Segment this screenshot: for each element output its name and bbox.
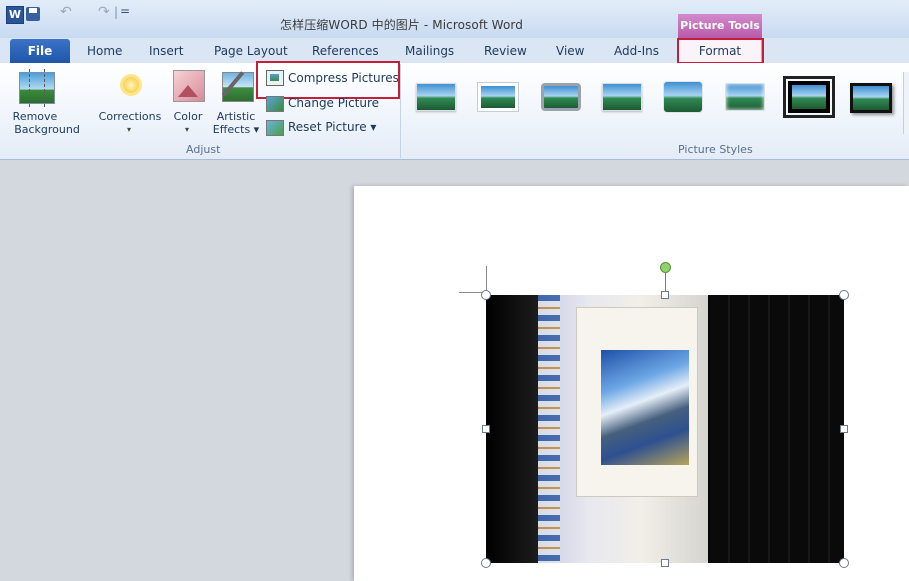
reset-picture-icon[interactable] bbox=[266, 120, 284, 136]
change-picture-button[interactable]: Change Picture bbox=[288, 96, 379, 110]
tab-review[interactable]: Review bbox=[484, 44, 527, 58]
selected-picture[interactable] bbox=[486, 295, 844, 563]
tab-page-layout[interactable]: Page Layout bbox=[214, 44, 288, 58]
resize-handle-top[interactable] bbox=[661, 291, 669, 299]
picture-tools-context-header: Picture Tools bbox=[678, 14, 762, 38]
window-title: 怎样压缩WORD 中的图片 - Microsoft Word bbox=[280, 18, 523, 32]
change-picture-icon[interactable] bbox=[266, 96, 284, 112]
adjust-group-label: Adjust bbox=[186, 143, 221, 156]
word-app-icon[interactable]: W bbox=[6, 6, 24, 24]
customize-qat-icon[interactable]: = bbox=[120, 4, 130, 18]
save-icon[interactable] bbox=[26, 7, 40, 21]
qat-separator: | bbox=[114, 5, 119, 19]
picture-style-reflected-rounded[interactable] bbox=[663, 81, 703, 113]
picture-style-soft-edge[interactable] bbox=[725, 83, 765, 111]
redo-icon[interactable]: ↷ bbox=[98, 4, 110, 20]
picture-styles-group-label: Picture Styles bbox=[678, 143, 753, 156]
resize-handle-right[interactable] bbox=[840, 425, 848, 433]
artistic-effects-label-line2[interactable]: Effects ▾ bbox=[208, 123, 264, 136]
tab-mailings[interactable]: Mailings bbox=[405, 44, 454, 58]
photo-mountain-image bbox=[601, 350, 689, 465]
page-margin-mark-vertical bbox=[486, 266, 487, 293]
picture-styles-scroll[interactable] bbox=[903, 72, 909, 134]
compress-pictures-icon[interactable] bbox=[266, 70, 284, 86]
resize-handle-bottom-left[interactable] bbox=[481, 558, 491, 568]
rotate-handle[interactable] bbox=[660, 262, 671, 273]
picture-styles-group bbox=[402, 64, 909, 158]
color-icon[interactable] bbox=[173, 70, 205, 102]
resize-handle-left[interactable] bbox=[482, 425, 490, 433]
picture-style-beveled-matte[interactable] bbox=[477, 82, 519, 112]
photo-dark-edge bbox=[486, 295, 538, 563]
tab-file[interactable]: File bbox=[10, 39, 70, 63]
rotate-handle-stem bbox=[665, 272, 666, 292]
color-dropdown-arrow-icon[interactable]: ▾ bbox=[185, 125, 189, 134]
tab-insert[interactable]: Insert bbox=[149, 44, 183, 58]
picture-style-simple-frame[interactable] bbox=[416, 83, 456, 111]
resize-handle-bottom-right[interactable] bbox=[839, 558, 849, 568]
corrections-dropdown-arrow-icon[interactable]: ▾ bbox=[127, 125, 131, 134]
resize-handle-top-right[interactable] bbox=[839, 290, 849, 300]
ribbon-tab-row bbox=[0, 38, 909, 64]
tab-format[interactable]: Format bbox=[678, 38, 762, 63]
resize-handle-top-left[interactable] bbox=[481, 290, 491, 300]
picture-style-thick-matte-black[interactable] bbox=[850, 83, 892, 113]
artistic-effects-icon[interactable] bbox=[222, 72, 254, 102]
artistic-effects-label-line1[interactable]: Artistic bbox=[212, 110, 260, 123]
tab-view[interactable]: View bbox=[556, 44, 584, 58]
remove-background-icon[interactable] bbox=[19, 69, 55, 107]
tab-add-ins[interactable]: Add-Ins bbox=[614, 44, 659, 58]
picture-style-drop-shadow[interactable] bbox=[602, 83, 642, 111]
undo-icon[interactable]: ↶ bbox=[60, 4, 72, 20]
corrections-label[interactable]: Corrections bbox=[95, 110, 165, 123]
photo-toolbar-strip bbox=[538, 295, 560, 563]
remove-background-label-line2[interactable]: Background bbox=[8, 123, 86, 136]
picture-style-double-frame-black[interactable] bbox=[783, 76, 835, 118]
corrections-icon[interactable] bbox=[116, 70, 146, 100]
reset-picture-button[interactable]: Reset Picture ▾ bbox=[288, 120, 376, 134]
compress-pictures-button[interactable]: Compress Pictures bbox=[288, 71, 399, 85]
tab-references[interactable]: References bbox=[312, 44, 379, 58]
photo-keyboard bbox=[710, 295, 844, 563]
resize-handle-bottom[interactable] bbox=[661, 559, 669, 567]
picture-style-metal-frame[interactable] bbox=[541, 83, 581, 111]
remove-background-label-line1[interactable]: Remove bbox=[10, 110, 60, 123]
color-label[interactable]: Color bbox=[170, 110, 206, 123]
tab-home[interactable]: Home bbox=[87, 44, 122, 58]
